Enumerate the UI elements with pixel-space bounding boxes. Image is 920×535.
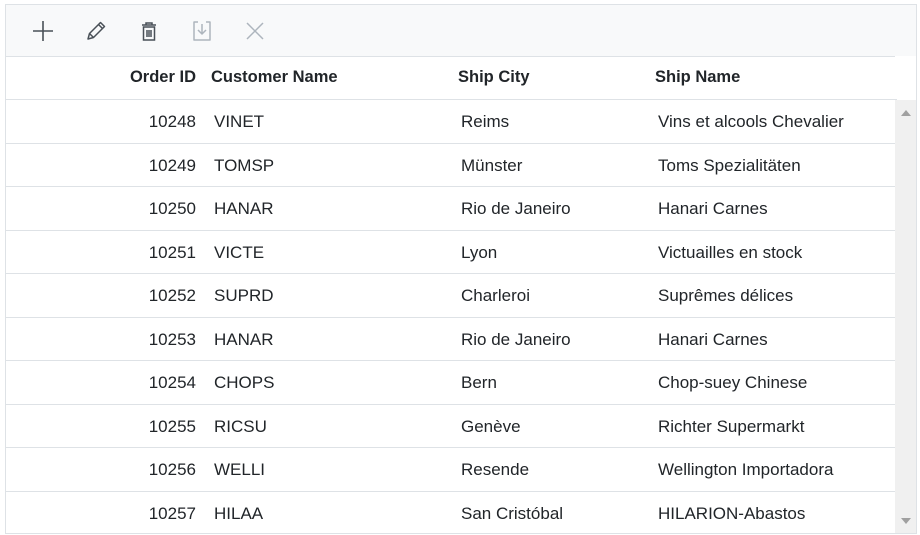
- cell-ship-name[interactable]: Hanari Carnes: [658, 187, 768, 230]
- table-row[interactable]: 10254 CHOPS Bern Chop-suey Chinese: [6, 361, 896, 405]
- table-row[interactable]: 10248 VINET Reims Vins et alcools Chevalier: [6, 100, 896, 144]
- cell-order-id[interactable]: 10249: [149, 144, 196, 187]
- trash-icon: [142, 21, 156, 41]
- save-icon: [193, 20, 211, 41]
- vertical-scrollbar[interactable]: [895, 100, 916, 533]
- triangle-up-icon: [900, 109, 911, 116]
- cell-ship-city[interactable]: Rio de Janeiro: [461, 318, 571, 361]
- table-row[interactable]: 10249 TOMSP Münster Toms Spezialitäten: [6, 144, 896, 187]
- cell-ship-city[interactable]: San Cristóbal: [461, 492, 563, 534]
- cell-customer-name[interactable]: HANAR: [214, 187, 274, 230]
- cell-customer-name[interactable]: VINET: [214, 100, 264, 143]
- cell-order-id[interactable]: 10252: [149, 274, 196, 317]
- cell-ship-city[interactable]: Genève: [461, 405, 521, 448]
- cell-ship-name[interactable]: Victuailles en stock: [658, 231, 802, 274]
- table-row[interactable]: 10251 VICTE Lyon Victuailles en stock: [6, 231, 896, 274]
- cell-ship-name[interactable]: Hanari Carnes: [658, 318, 768, 361]
- table-row[interactable]: 10253 HANAR Rio de Janeiro Hanari Carnes: [6, 318, 896, 361]
- edit-button[interactable]: [79, 14, 113, 48]
- cell-ship-name[interactable]: Richter Supermarkt: [658, 405, 804, 448]
- cell-customer-name[interactable]: SUPRD: [214, 274, 274, 317]
- pencil-icon: [87, 21, 106, 40]
- cell-ship-name[interactable]: Vins et alcools Chevalier: [658, 100, 844, 143]
- close-icon: [246, 21, 264, 40]
- table-row[interactable]: 10255 RICSU Genève Richter Supermarkt: [6, 405, 896, 448]
- grid-toolbar: [6, 5, 916, 57]
- cell-ship-city[interactable]: Charleroi: [461, 274, 530, 317]
- table-row[interactable]: 10250 HANAR Rio de Janeiro Hanari Carnes: [6, 187, 896, 231]
- add-button[interactable]: [26, 14, 60, 48]
- cell-ship-name[interactable]: Toms Spezialitäten: [658, 144, 801, 187]
- cell-ship-city[interactable]: Rio de Janeiro: [461, 187, 571, 230]
- scroll-down-button[interactable]: [895, 512, 916, 529]
- cell-order-id[interactable]: 10257: [149, 492, 196, 534]
- data-grid: Order ID Customer Name Ship City Ship Na…: [5, 4, 917, 534]
- cell-order-id[interactable]: 10254: [149, 361, 196, 404]
- cell-customer-name[interactable]: HANAR: [214, 318, 274, 361]
- cell-customer-name[interactable]: RICSU: [214, 405, 267, 448]
- cell-ship-city[interactable]: Münster: [461, 144, 522, 187]
- cell-order-id[interactable]: 10256: [149, 448, 196, 491]
- table-row[interactable]: 10256 WELLI Resende Wellington Importadora: [6, 448, 896, 492]
- column-header-customer-name[interactable]: Customer Name: [211, 56, 338, 99]
- cell-customer-name[interactable]: VICTE: [214, 231, 264, 274]
- table-row[interactable]: 10252 SUPRD Charleroi Suprêmes délices: [6, 274, 896, 318]
- cell-customer-name[interactable]: CHOPS: [214, 361, 274, 404]
- cell-ship-city[interactable]: Bern: [461, 361, 497, 404]
- cell-order-id[interactable]: 10253: [149, 318, 196, 361]
- grid-body: 10248 VINET Reims Vins et alcools Chevalier…: [6, 100, 896, 533]
- cell-order-id[interactable]: 10250: [149, 187, 196, 230]
- column-header-ship-city[interactable]: Ship City: [458, 56, 530, 99]
- cell-order-id[interactable]: 10251: [149, 231, 196, 274]
- cell-customer-name[interactable]: TOMSP: [214, 144, 274, 187]
- cell-order-id[interactable]: 10248: [149, 100, 196, 143]
- cell-ship-name[interactable]: Suprêmes délices: [658, 274, 793, 317]
- column-header-order-id[interactable]: Order ID: [130, 56, 196, 99]
- cancel-button[interactable]: [238, 14, 272, 48]
- cell-customer-name[interactable]: WELLI: [214, 448, 265, 491]
- cell-order-id[interactable]: 10255: [149, 405, 196, 448]
- cell-ship-name[interactable]: Wellington Importadora: [658, 448, 833, 491]
- table-row[interactable]: 10257 HILAA San Cristóbal HILARION-Abastos: [6, 492, 896, 534]
- scroll-up-button[interactable]: [895, 104, 916, 121]
- triangle-down-icon: [900, 517, 911, 524]
- cell-customer-name[interactable]: HILAA: [214, 492, 263, 534]
- header-scroll-spacer: [895, 56, 916, 99]
- grid-header: Order ID Customer Name Ship City Ship Na…: [6, 56, 897, 100]
- plus-icon: [33, 20, 53, 41]
- update-button[interactable]: [185, 14, 219, 48]
- cell-ship-city[interactable]: Lyon: [461, 231, 497, 274]
- cell-ship-name[interactable]: Chop-suey Chinese: [658, 361, 807, 404]
- delete-button[interactable]: [132, 14, 166, 48]
- cell-ship-city[interactable]: Resende: [461, 448, 529, 491]
- cell-ship-name[interactable]: HILARION-Abastos: [658, 492, 805, 534]
- cell-ship-city[interactable]: Reims: [461, 100, 509, 143]
- column-header-ship-name[interactable]: Ship Name: [655, 56, 740, 99]
